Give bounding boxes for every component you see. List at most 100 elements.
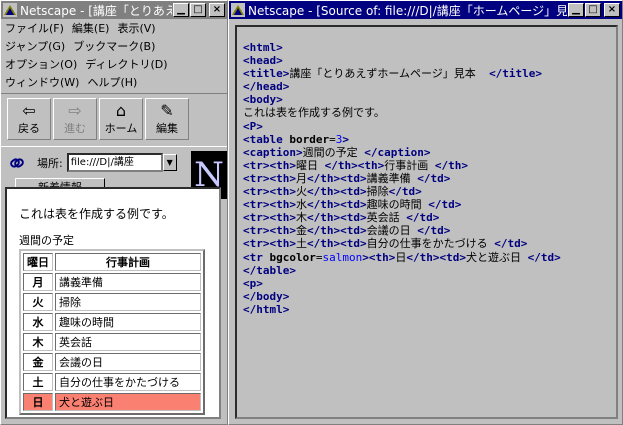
- day-cell: 木: [23, 333, 53, 351]
- source-line: </html>: [243, 303, 616, 316]
- pencil-icon: ✎: [160, 101, 174, 120]
- source-text: 週間の予定: [302, 145, 365, 159]
- page-content: これは表を作成する例です。 週間の予定 曜日 行事計画 月 講義準備 火 掃除 …: [5, 187, 221, 419]
- source-tag: </th><td>: [306, 171, 367, 185]
- source-tag: <html>: [243, 41, 283, 54]
- chevron-down-icon: ▼: [166, 158, 173, 167]
- source-text: 掃除: [366, 185, 389, 199]
- source-tag: </td>: [494, 237, 528, 251]
- source-tag: </td>: [406, 211, 440, 225]
- source-tag: </td>: [417, 171, 451, 185]
- source-tag: <table: [243, 132, 290, 146]
- menu-help[interactable]: ヘルプ(H): [87, 74, 137, 92]
- forward-button[interactable]: ⇨ 進む: [53, 98, 97, 140]
- source-tag: </title>: [489, 67, 543, 81]
- source-tag: </td>: [428, 198, 462, 212]
- event-cell: 犬と遊ぶ日: [55, 393, 201, 411]
- day-cell: 水: [23, 313, 53, 331]
- source-view[interactable]: <html> <head> <title>講座「とりあえずホームページ」見本 </t…: [235, 25, 618, 419]
- table-row: 金 会議の日: [23, 353, 201, 371]
- home-button[interactable]: ⌂ ホーム: [99, 98, 143, 140]
- source-tag: </th><td>: [306, 198, 367, 212]
- maximize-button[interactable]: □: [190, 3, 206, 17]
- edit-label: 編集: [156, 122, 178, 135]
- source-tag: <P>: [243, 119, 263, 133]
- source-line: <tr><th>木</th><td>英会話 </td>: [243, 211, 616, 224]
- source-text: 講座「とりあえずホームページ」見本: [289, 67, 490, 81]
- minimize-button[interactable]: ▁: [173, 3, 189, 17]
- home-icon: ⌂: [115, 101, 127, 120]
- menu-file[interactable]: ファイル(F): [5, 20, 64, 38]
- edit-button[interactable]: ✎ 編集: [145, 98, 189, 140]
- day-cell: 火: [23, 293, 53, 311]
- source-line: </body>: [243, 290, 616, 303]
- source-tag: <tr><th>: [243, 237, 296, 251]
- source-tag: <tr: [243, 250, 270, 264]
- close-button[interactable]: ×: [209, 3, 225, 17]
- menu-go[interactable]: ジャンプ(G): [5, 38, 65, 56]
- maximize-button[interactable]: □: [585, 3, 601, 17]
- table-row: 月 講義準備: [23, 273, 201, 291]
- source-line: <p>: [243, 277, 616, 290]
- source-titlebar[interactable]: Netscape - [Source of: file:///D|/講座「ホーム…: [229, 1, 622, 19]
- back-button[interactable]: ⇦ 戻る: [7, 98, 51, 140]
- source-tag: </th>: [434, 158, 468, 172]
- location-dropdown[interactable]: ▼: [162, 154, 177, 171]
- source-tag: <body>: [243, 93, 283, 107]
- source-tag: <tr><th>: [243, 171, 296, 185]
- source-tag: </head>: [243, 80, 290, 94]
- source-text: =: [329, 132, 336, 146]
- source-line: <tr bgcolor=salmon><th>日</th><td>犬と遊ぶ日 <…: [243, 251, 616, 264]
- minimize-button[interactable]: ▁: [568, 3, 584, 17]
- menu-edit[interactable]: 編集(E): [72, 20, 110, 38]
- event-cell: 掃除: [55, 293, 201, 311]
- day-cell: 土: [23, 373, 53, 391]
- source-tag: <tr><th>: [243, 211, 296, 225]
- browser-titlebar[interactable]: Netscape - [講座「とりあえずホ ▁ □ ×: [1, 1, 227, 19]
- source-tag: </table>: [243, 263, 296, 277]
- source-line: <title>講座「とりあえずホームページ」見本 </title>: [243, 67, 616, 80]
- header-day: 曜日: [23, 253, 53, 271]
- browser-title: Netscape - [講座「とりあえずホ: [20, 3, 172, 18]
- menu-bookmarks[interactable]: ブックマーク(B): [73, 38, 155, 56]
- source-code: <html> <head> <title>講座「とりあえずホームページ」見本 </t…: [243, 41, 616, 316]
- source-tag: </th><td>: [306, 237, 367, 251]
- menu-directory[interactable]: ディレクトリ(D): [85, 56, 167, 74]
- source-tag: <head>: [243, 54, 283, 68]
- source-tag: <tr><th>: [243, 185, 296, 199]
- source-value: salmon: [322, 250, 363, 264]
- menu-window[interactable]: ウィンドウ(W): [5, 74, 79, 92]
- event-cell: 会議の日: [55, 353, 201, 371]
- source-text: 月: [295, 171, 307, 185]
- source-line: <tr><th>水</th><td>趣味の時間 </td>: [243, 198, 616, 211]
- navigation-toolbar: ⇦ 戻る ⇨ 進む ⌂ ホーム ✎ 編集: [1, 93, 227, 147]
- location-input[interactable]: file:///D|/講座: [66, 153, 163, 172]
- location-label: 場所:: [37, 156, 63, 170]
- source-text: 曜日: [295, 158, 325, 172]
- source-line: <P>: [243, 120, 616, 133]
- source-title: Netscape - [Source of: file:///D|/講座「ホーム…: [248, 3, 567, 18]
- source-tag: </th><td>: [306, 224, 367, 238]
- source-tag: </th><th>: [324, 158, 385, 172]
- source-line: <tr><th>火</th><td>掃除</td>: [243, 185, 616, 198]
- source-tag: >: [342, 132, 349, 146]
- day-cell: 日: [23, 393, 53, 411]
- source-line: <head>: [243, 54, 616, 67]
- source-tag: </caption>: [364, 145, 431, 159]
- source-text: これは表を作成する例です。: [243, 106, 385, 120]
- netscape-app-icon: [231, 3, 245, 17]
- schedule-table: 曜日 行事計画 月 講義準備 火 掃除 水 趣味の時間 木 英会話 金 会議の日: [19, 249, 205, 415]
- source-line: <tr><th>曜日 </th><th>行事計画 </th>: [243, 159, 616, 172]
- menu-view[interactable]: 表示(V): [117, 20, 155, 38]
- close-button[interactable]: ×: [604, 3, 620, 17]
- home-label: ホーム: [104, 122, 138, 135]
- menu-options[interactable]: オプション(O): [5, 56, 77, 74]
- source-tag: ><th>: [362, 250, 396, 264]
- source-text: 行事計画: [384, 158, 435, 172]
- source-text: 金: [295, 224, 307, 238]
- source-tag: </th><td>: [306, 185, 367, 199]
- table-row: 火 掃除: [23, 293, 201, 311]
- event-cell: 講義準備: [55, 273, 201, 291]
- day-cell: 金: [23, 353, 53, 371]
- source-attr: bgcolor: [269, 250, 316, 264]
